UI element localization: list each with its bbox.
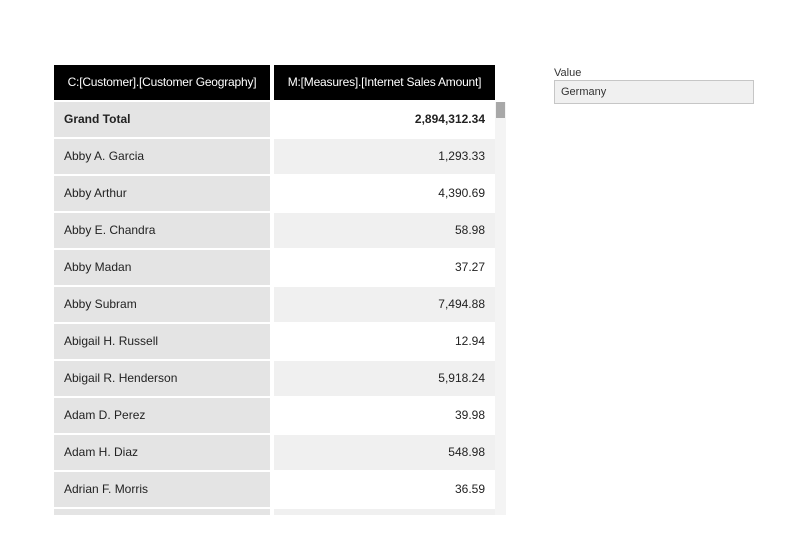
- customer-name-cell: Adam D. Perez: [54, 398, 270, 433]
- customer-name-cell: Adam H. Diaz: [54, 435, 270, 470]
- table-row[interactable]: Abigail R. Henderson 5,918.24: [54, 361, 495, 396]
- customer-name-cell: Abigail H. Russell: [54, 324, 270, 359]
- grand-total-value: 2,894,312.34: [274, 102, 495, 137]
- sales-amount-cell: 58.98: [274, 213, 495, 248]
- table-row[interactable]: Abigail H. Russell 12.94: [54, 324, 495, 359]
- pivot-grid: C:[Customer].[Customer Geography] M:[Mea…: [54, 65, 506, 515]
- grand-total-label: Grand Total: [54, 102, 270, 137]
- customer-name-cell: Adrian F. Morris: [54, 472, 270, 507]
- grid-rows: Grand Total 2,894,312.34 Abby A. Garcia …: [54, 102, 495, 515]
- sales-amount-cell: 5,918.24: [274, 361, 495, 396]
- grand-total-row[interactable]: Grand Total 2,894,312.34: [54, 102, 495, 137]
- customer-name-cell: Abby Subram: [54, 287, 270, 322]
- value-filter: Value Germany: [554, 66, 754, 104]
- sales-amount-cell: 36.59: [274, 472, 495, 507]
- customer-name-cell: Abby Madan: [54, 250, 270, 285]
- customer-name-cell: Abby A. Garcia: [54, 139, 270, 174]
- table-row-partial: [54, 509, 495, 515]
- customer-name-cell: Abby E. Chandra: [54, 213, 270, 248]
- scrollbar-thumb[interactable]: [496, 102, 505, 118]
- sales-amount-cell: 1,293.33: [274, 139, 495, 174]
- table-row[interactable]: Adrian F. Morris 36.59: [54, 472, 495, 507]
- value-filter-field[interactable]: Germany: [554, 80, 754, 104]
- sales-amount-cell: 7,494.88: [274, 287, 495, 322]
- sales-amount-cell: 37.27: [274, 250, 495, 285]
- sales-amount-cell: 12.94: [274, 324, 495, 359]
- sales-amount-cell: 39.98: [274, 398, 495, 433]
- column-header-customer-geography[interactable]: C:[Customer].[Customer Geography]: [54, 65, 270, 100]
- customer-name-cell: Abby Arthur: [54, 176, 270, 211]
- table-row[interactable]: Adam H. Diaz 548.98: [54, 435, 495, 470]
- table-row[interactable]: Abby E. Chandra 58.98: [54, 213, 495, 248]
- column-header-internet-sales-amount[interactable]: M:[Measures].[Internet Sales Amount]: [274, 65, 495, 100]
- vertical-scrollbar[interactable]: [495, 102, 506, 515]
- value-filter-label: Value: [554, 67, 582, 79]
- sales-amount-cell: 548.98: [274, 435, 495, 470]
- customer-name-cell: Abigail R. Henderson: [54, 361, 270, 396]
- sales-amount-cell: 4,390.69: [274, 176, 495, 211]
- table-row[interactable]: Abby Madan 37.27: [54, 250, 495, 285]
- sales-amount-cell: [274, 509, 495, 515]
- table-row[interactable]: Adam D. Perez 39.98: [54, 398, 495, 433]
- table-row[interactable]: Abby Subram 7,494.88: [54, 287, 495, 322]
- table-row[interactable]: Abby A. Garcia 1,293.33: [54, 139, 495, 174]
- customer-name-cell: [54, 509, 270, 515]
- table-row[interactable]: Abby Arthur 4,390.69: [54, 176, 495, 211]
